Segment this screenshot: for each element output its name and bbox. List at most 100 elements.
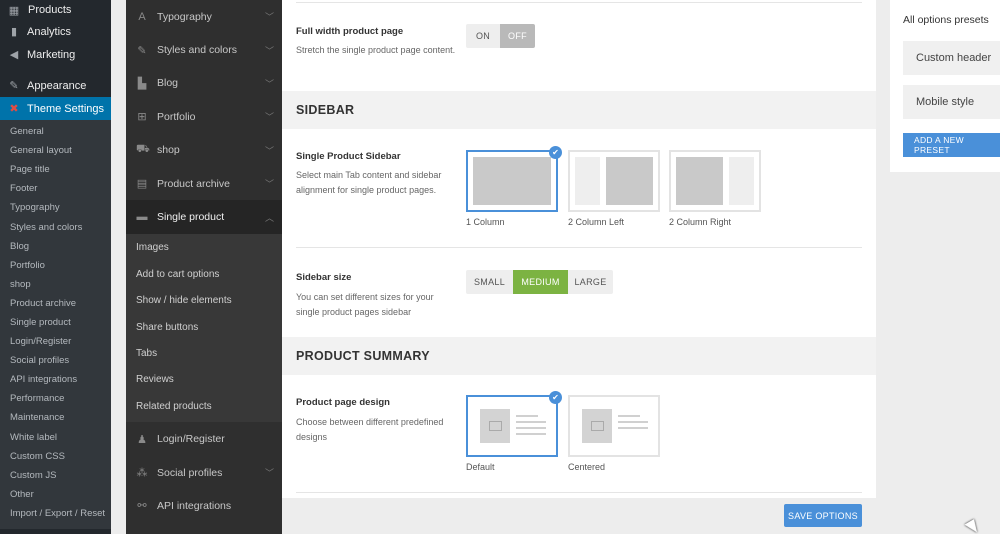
wp-submenu-item[interactable]: Maintenance xyxy=(0,408,111,427)
sidebar-size-desc: You can set different sizes for your sin… xyxy=(296,292,434,317)
nav-item-product-archive[interactable]: ▤ Product archive ﹀ xyxy=(126,167,282,200)
wp-submenu-item[interactable]: General xyxy=(0,122,111,141)
wp-submenu-item[interactable]: Typography xyxy=(0,198,111,217)
wp-submenu-item[interactable]: Page title xyxy=(0,160,111,179)
mouse-cursor-icon xyxy=(964,519,981,534)
wp-submenu-item[interactable]: Single product xyxy=(0,313,111,332)
design-option-default[interactable]: ✔ xyxy=(466,391,562,457)
full-width-title: Full width product page xyxy=(296,26,404,37)
wp-submenu-item[interactable]: Portfolio xyxy=(0,256,111,275)
save-options-button[interactable]: SAVE OPTIONS xyxy=(784,504,862,527)
wp-submenu-item[interactable]: shop xyxy=(0,275,111,294)
nav-item-blog[interactable]: ▙ Blog ﹀ xyxy=(126,67,282,100)
theme-icon: ✖ xyxy=(9,103,19,115)
layout-option-2-column-right[interactable] xyxy=(669,150,761,212)
wp-submenu: General General layout Page title Footer Typ… xyxy=(0,120,111,529)
nav-item-login-register[interactable]: ♟ Login/Register xyxy=(126,422,282,455)
sidebar-size-toggle[interactable]: SMALL MEDIUM LARGE xyxy=(466,270,613,294)
layout-option-2-column-left[interactable] xyxy=(568,150,660,212)
layout-label: 2 Column Right xyxy=(669,217,732,227)
nav-item-social-profiles[interactable]: ⁂ Social profiles ﹀ xyxy=(126,456,282,489)
presets-title: All options presets xyxy=(903,14,989,26)
chevron-down-icon: ﹀ xyxy=(264,145,274,156)
nav-item-label: Social profiles xyxy=(157,466,223,479)
chevron-down-icon: ﹀ xyxy=(264,112,274,123)
add-preset-button[interactable]: ADD A NEW PRESET xyxy=(903,133,1000,157)
wp-submenu-item[interactable]: Custom CSS xyxy=(0,447,111,466)
nav-subitem[interactable]: Reviews xyxy=(126,367,282,393)
nav-subitem[interactable]: Show / hide elements xyxy=(126,288,282,314)
nav-item-label: API integrations xyxy=(157,499,232,512)
wp-submenu-item[interactable]: White label xyxy=(0,428,111,447)
nav-item-shop[interactable]: ⛟ shop ﹀ xyxy=(126,134,282,167)
layout-label: 1 Column xyxy=(466,217,505,227)
chevron-up-icon: ︿ xyxy=(264,212,274,223)
nav-item-label: Styles and colors xyxy=(157,44,237,57)
preset-mobile-style[interactable]: Mobile style xyxy=(903,85,1000,119)
nav-subitem[interactable]: Share buttons xyxy=(126,314,282,340)
chevron-down-icon: ﹀ xyxy=(264,468,274,479)
wp-submenu-item[interactable]: Social profiles xyxy=(0,351,111,370)
wp-submenu-item[interactable]: API integrations xyxy=(0,370,111,389)
presets-panel: All options presets Custom header Mobile… xyxy=(890,0,1000,172)
nav-item-typography[interactable]: A Typography ﹀ xyxy=(126,0,282,33)
nav-item-label: Login/Register xyxy=(157,433,225,446)
bar-chart-icon: ▮ xyxy=(10,26,18,38)
layout-option-1-column[interactable]: ✔ xyxy=(466,146,562,212)
chevron-down-icon: ﹀ xyxy=(264,45,274,56)
single-sidebar-desc: Select main Tab content and sidebar alig… xyxy=(296,170,442,195)
size-medium[interactable]: MEDIUM xyxy=(513,270,568,294)
nav-item-single-product[interactable]: ▬ Single product ︿ xyxy=(126,200,282,234)
nav-item-api-integrations[interactable]: ⚯ API integrations xyxy=(126,489,282,522)
preset-custom-header[interactable]: Custom header xyxy=(903,41,1000,75)
nav-subitem[interactable]: Add to cart options xyxy=(126,261,282,287)
wp-submenu-item[interactable]: General layout xyxy=(0,141,111,160)
full-width-toggle[interactable]: ON OFF xyxy=(466,24,535,48)
options-footer: SAVE OPTIONS xyxy=(282,498,876,534)
nav-submenu: Images Add to cart options Show / hide ele… xyxy=(126,233,282,423)
checkmark-icon: ✔ xyxy=(549,146,562,159)
wp-menu-products[interactable]: ▦ Products xyxy=(0,0,111,20)
nav-item-label: Typography xyxy=(157,10,212,23)
page-design-title: Product page design xyxy=(296,397,390,408)
wp-menu-theme-settings[interactable]: ✖ Theme Settings xyxy=(0,97,111,120)
nav-item-styles-and-colors[interactable]: ✎ Styles and colors ﹀ xyxy=(126,33,282,66)
image-placeholder-icon xyxy=(480,409,510,443)
nav-subitem[interactable]: Tabs xyxy=(126,340,282,366)
wp-submenu-item[interactable]: Other xyxy=(0,485,111,504)
wp-menu-marketing[interactable]: ◀ Marketing xyxy=(0,43,111,66)
design-option-centered[interactable] xyxy=(568,395,660,457)
toggle-on[interactable]: ON xyxy=(466,24,500,48)
wp-submenu-item[interactable]: Styles and colors xyxy=(0,217,111,236)
wp-submenu-item[interactable]: Custom JS xyxy=(0,466,111,485)
wp-menu-analytics[interactable]: ▮ Analytics xyxy=(0,20,111,43)
nav-item-label: shop xyxy=(157,144,180,157)
size-large[interactable]: LARGE xyxy=(568,270,613,294)
wp-menu-appearance[interactable]: ✎ Appearance xyxy=(0,74,111,97)
chevron-down-icon: ﹀ xyxy=(264,78,274,89)
wp-submenu-item[interactable]: Login/Register xyxy=(0,332,111,351)
page-design-desc: Choose between different predefined desi… xyxy=(296,417,444,442)
nav-subitem[interactable]: Related products xyxy=(126,393,282,419)
wp-submenu-item[interactable]: Product archive xyxy=(0,294,111,313)
chevron-down-icon: ﹀ xyxy=(264,179,274,190)
toggle-off[interactable]: OFF xyxy=(500,24,535,48)
wp-submenu-item[interactable]: Footer xyxy=(0,179,111,198)
wp-admin-sidebar: ▦ Products ▮ Analytics ◀ Marketing ✎ App… xyxy=(0,0,111,534)
wp-submenu-item[interactable]: Performance xyxy=(0,389,111,408)
size-small[interactable]: SMALL xyxy=(466,270,513,294)
wp-menu-label: Marketing xyxy=(27,48,76,61)
wp-submenu-item[interactable]: Import / Export / Reset xyxy=(0,504,111,523)
wp-menu-label: Analytics xyxy=(27,25,72,38)
paintbrush-icon: ✎ xyxy=(9,80,19,92)
megaphone-icon: ◀ xyxy=(9,49,19,61)
box-icon: ▬ xyxy=(136,211,148,224)
chevron-down-icon: ﹀ xyxy=(264,12,274,23)
options-nav: A Typography ﹀ ✎ Styles and colors ﹀ ▙ Blog ﹀ ⊞ Po… xyxy=(126,0,282,534)
nav-subitem[interactable]: Images xyxy=(126,235,282,261)
wp-submenu-item[interactable]: Blog xyxy=(0,237,111,256)
wp-menu-label: Products xyxy=(28,4,72,16)
section-sidebar: SIDEBAR xyxy=(282,91,876,129)
image-placeholder-icon xyxy=(582,409,612,443)
nav-item-portfolio[interactable]: ⊞ Portfolio ﹀ xyxy=(126,100,282,133)
